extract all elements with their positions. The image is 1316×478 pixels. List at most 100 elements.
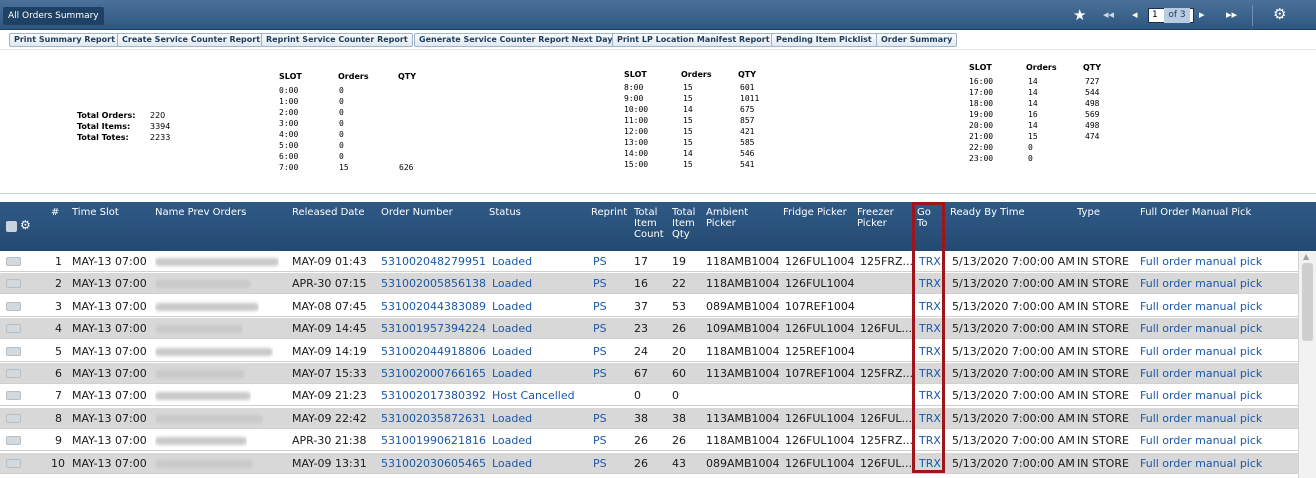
col-number[interactable]: #: [51, 207, 59, 218]
col-status[interactable]: Status: [489, 207, 521, 218]
full-order-manual-pick-link[interactable]: Full order manual pick: [1140, 430, 1262, 451]
reprint-link[interactable]: PS: [593, 341, 607, 362]
status-cell: Loaded: [492, 322, 533, 336]
row-select-checkbox[interactable]: [6, 346, 21, 356]
row-select-checkbox[interactable]: [6, 257, 21, 266]
order-number-link[interactable]: 531002017380392: [381, 385, 486, 406]
table-row[interactable]: 10 MAY-13 07:00 MAY-09 13:31 53100203060546…: [0, 452, 1298, 474]
full-order-manual-pick-link[interactable]: Full order manual pick: [1140, 453, 1262, 474]
print-lp-location-manifest-report-button[interactable]: Print LP Location Manifest Report: [612, 33, 775, 47]
order-number-link[interactable]: 531002044918806: [381, 341, 486, 362]
col-ambient-picker[interactable]: Ambient Picker: [706, 207, 766, 229]
next-page-icon[interactable]: ▸: [1199, 7, 1205, 23]
go-to-trx-link[interactable]: TRX: [919, 296, 941, 317]
col-name-prev-orders[interactable]: Name Prev Orders: [155, 207, 246, 218]
favorite-star-icon[interactable]: ★: [1073, 8, 1086, 23]
create-service-counter-report-button[interactable]: Create Service Counter Report: [117, 33, 266, 47]
reprint-link[interactable]: PS: [593, 363, 607, 384]
row-select-checkbox[interactable]: [6, 413, 21, 423]
col-released-date[interactable]: Released Date: [292, 207, 365, 218]
col-type[interactable]: Type: [1077, 207, 1100, 218]
go-to-trx-link[interactable]: TRX: [919, 453, 941, 474]
ready-by-time-cell: 5/13/2020 7:00:00 AM: [952, 456, 1075, 470]
full-order-manual-pick-link[interactable]: Full order manual pick: [1140, 273, 1262, 294]
slot-time: 19:00: [969, 110, 994, 119]
col-go-to[interactable]: Go To: [917, 207, 937, 229]
prev-page-icon[interactable]: ◂: [1132, 7, 1138, 23]
row-select-checkbox[interactable]: [6, 279, 21, 289]
order-number-link[interactable]: 531002048279951: [381, 251, 486, 272]
col-time-slot[interactable]: Time Slot: [72, 207, 119, 218]
row-select-checkbox[interactable]: [6, 436, 21, 446]
pending-item-picklist-button[interactable]: Pending Item Picklist: [771, 33, 877, 47]
reprint-link[interactable]: PS: [593, 273, 607, 294]
table-row[interactable]: 9 MAY-13 07:00 APR-30 21:38 531001990621816…: [0, 430, 1298, 452]
generate-service-counter-report-next-day-button[interactable]: Generate Service Counter Report Next Day: [414, 33, 618, 47]
full-order-manual-pick-link[interactable]: Full order manual pick: [1140, 296, 1262, 317]
order-number-link[interactable]: 531001957394224: [381, 318, 486, 339]
go-to-trx-link[interactable]: TRX: [919, 363, 941, 384]
table-row[interactable]: 5 MAY-13 07:00 MAY-09 14:19 531002044918806…: [0, 340, 1298, 362]
col-total-item-count[interactable]: Total Item Count: [634, 207, 668, 240]
freezer-picker-cell: 126FUL...: [860, 411, 912, 425]
full-order-manual-pick-link[interactable]: Full order manual pick: [1140, 363, 1262, 384]
order-number-link[interactable]: 531002000766165: [381, 363, 486, 384]
table-row[interactable]: 8 MAY-13 07:00 MAY-09 22:42 531002035872631…: [0, 407, 1298, 429]
col-order-number[interactable]: Order Number: [381, 207, 453, 218]
go-to-trx-link[interactable]: TRX: [919, 430, 941, 451]
col-reprint[interactable]: Reprint: [591, 207, 627, 218]
col-ready-by-time[interactable]: Ready By Time: [950, 207, 1025, 218]
col-full-order-manual-pick[interactable]: Full Order Manual Pick: [1140, 207, 1251, 218]
go-to-trx-link[interactable]: TRX: [919, 341, 941, 362]
table-row[interactable]: 3 MAY-13 07:00 MAY-08 07:45 531002044383089…: [0, 295, 1298, 317]
row-select-checkbox[interactable]: [6, 324, 21, 334]
slot-time: 1:00: [279, 97, 299, 106]
reprint-link[interactable]: PS: [593, 318, 607, 339]
slot-time: 14:00: [624, 149, 649, 158]
go-to-trx-link[interactable]: TRX: [919, 385, 941, 406]
table-row[interactable]: 2 MAY-13 07:00 APR-30 07:15 531002005856138…: [0, 273, 1298, 295]
order-number-link[interactable]: 531002035872631: [381, 408, 486, 429]
table-row[interactable]: 7 MAY-13 07:00 MAY-09 21:23 531002017380392…: [0, 385, 1298, 407]
reprint-link[interactable]: PS: [593, 251, 607, 272]
scroll-thumb[interactable]: [1302, 263, 1313, 341]
table-row[interactable]: 1 MAY-13 07:00 MAY-09 01:43 531002048279951…: [0, 251, 1298, 272]
order-number-link[interactable]: 531001990621816: [381, 430, 486, 451]
reprint-link[interactable]: PS: [593, 296, 607, 317]
full-order-manual-pick-link[interactable]: Full order manual pick: [1140, 341, 1262, 362]
row-select-checkbox[interactable]: [6, 301, 21, 311]
row-select-checkbox[interactable]: [6, 369, 21, 378]
full-order-manual-pick-link[interactable]: Full order manual pick: [1140, 385, 1262, 406]
col-fridge-picker[interactable]: Fridge Picker: [783, 207, 847, 218]
grid-scrollbar[interactable]: ▲: [1298, 251, 1316, 478]
table-row[interactable]: 6 MAY-13 07:00 MAY-07 15:33 531002000766165…: [0, 363, 1298, 384]
go-to-trx-link[interactable]: TRX: [919, 408, 941, 429]
settings-gear-icon[interactable]: ⚙: [1273, 6, 1286, 22]
last-page-icon[interactable]: ▸▸: [1226, 7, 1237, 23]
reprint-service-counter-report-button[interactable]: Reprint Service Counter Report: [261, 33, 413, 47]
slot-qty: 601: [740, 83, 755, 92]
reprint-link[interactable]: PS: [593, 453, 607, 474]
order-number-link[interactable]: 531002005856138: [381, 273, 486, 294]
print-summary-report-button[interactable]: Print Summary Report: [9, 33, 120, 47]
full-order-manual-pick-link[interactable]: Full order manual pick: [1140, 318, 1262, 339]
select-all-checkbox[interactable]: [6, 221, 17, 232]
row-select-checkbox[interactable]: [6, 391, 21, 401]
row-select-checkbox[interactable]: [6, 458, 21, 468]
col-freezer-picker[interactable]: Freezer Picker: [857, 207, 909, 229]
reprint-link[interactable]: PS: [593, 430, 607, 451]
go-to-trx-link[interactable]: TRX: [919, 318, 941, 339]
full-order-manual-pick-link[interactable]: Full order manual pick: [1140, 251, 1262, 272]
table-row[interactable]: 4 MAY-13 07:00 MAY-09 14:45 531001957394224…: [0, 318, 1298, 340]
full-order-manual-pick-link[interactable]: Full order manual pick: [1140, 408, 1262, 429]
first-page-icon[interactable]: ◂◂: [1103, 7, 1114, 23]
col-total-item-qty[interactable]: Total Item Qty: [672, 207, 702, 240]
order-number-link[interactable]: 531002030605465: [381, 453, 486, 474]
go-to-trx-link[interactable]: TRX: [919, 273, 941, 294]
order-summary-button[interactable]: Order Summary: [876, 33, 958, 47]
go-to-trx-link[interactable]: TRX: [919, 251, 941, 272]
reprint-link[interactable]: PS: [593, 408, 607, 429]
scroll-up-icon[interactable]: ▲: [1303, 252, 1309, 261]
order-number-link[interactable]: 531002044383089: [381, 296, 486, 317]
column-settings-gear-icon[interactable]: ⚙: [20, 218, 31, 232]
